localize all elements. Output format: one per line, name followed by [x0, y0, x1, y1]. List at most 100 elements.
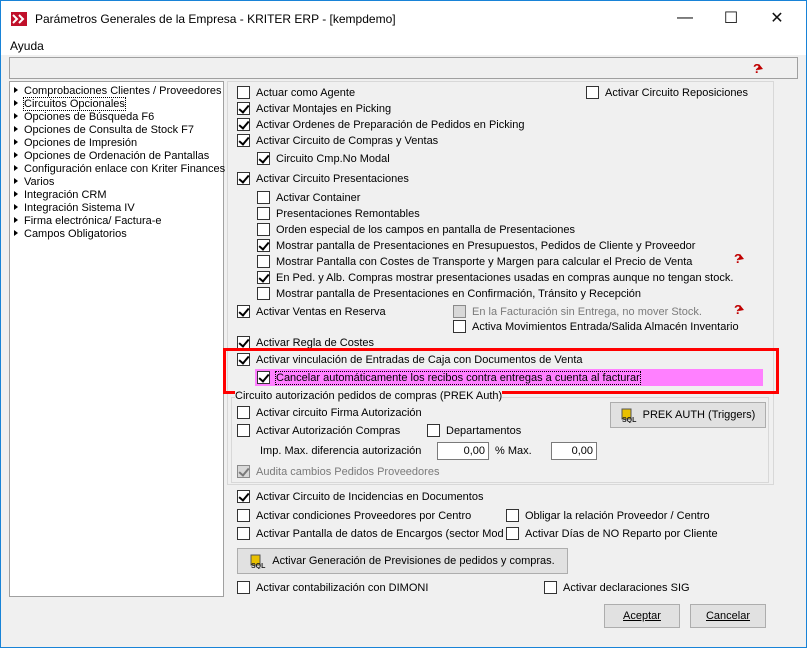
checkbox-autorizacion-compras[interactable]: Activar Autorización Compras	[237, 424, 400, 438]
chevron-right-icon	[14, 87, 18, 93]
checkbox-declaraciones-sig[interactable]: Activar declaraciones SIG	[544, 581, 690, 595]
checkbox-montajes-picking[interactable]: Activar Montajes en Picking	[237, 102, 391, 116]
checkbox-box[interactable]	[257, 152, 270, 165]
checkbox-box[interactable]	[237, 424, 250, 437]
chevron-right-icon	[14, 152, 18, 158]
pct-max-field[interactable]: 0,00	[551, 442, 597, 460]
checkbox-contabilizacion-dimoni[interactable]: Activar contabilización con DIMONI	[237, 581, 428, 595]
tree-item-ordenacion[interactable]: Opciones de Ordenación de Pantallas	[14, 150, 209, 163]
checkbox-audita-cambios: Audita cambios Pedidos Proveedores	[237, 465, 439, 479]
imp-max-label: Imp. Max. diferencia autorización	[260, 445, 422, 457]
checkbox-circuito-compras-ventas[interactable]: Activar Circuito de Compras y Ventas	[237, 134, 438, 148]
checkbox-condiciones-proveedores[interactable]: Activar condiciones Proveedores por Cent…	[237, 509, 471, 523]
checkbox-orden-especial[interactable]: Orden especial de los campos en pantalla…	[257, 223, 575, 237]
checkbox-pantalla-encargos[interactable]: Activar Pantalla de datos de Encargos (s…	[237, 527, 503, 541]
tree-item-crm[interactable]: Integración CRM	[14, 189, 107, 202]
checkbox-box[interactable]	[237, 406, 250, 419]
checkbox-box[interactable]	[237, 134, 250, 147]
cancelar-button[interactable]: Cancelar	[690, 604, 766, 628]
checkbox-circuito-cmp-no-modal[interactable]: Circuito Cmp.No Modal	[257, 152, 390, 166]
checkbox-box[interactable]	[427, 424, 440, 437]
checkbox-box[interactable]	[453, 320, 466, 333]
checkbox-box[interactable]	[257, 223, 270, 236]
checkbox-box[interactable]	[257, 287, 270, 300]
app-logo-icon	[11, 12, 27, 26]
checkbox-dias-no-reparto[interactable]: Activar Días de NO Reparto por Cliente	[506, 527, 718, 541]
checkbox-movimientos-almacen[interactable]: Activa Movimientos Entrada/Salida Almacé…	[453, 320, 739, 334]
checkbox-mostrar-presentaciones-presupuestos[interactable]: Mostrar pantalla de Presentaciones en Pr…	[257, 239, 695, 253]
chevron-right-icon	[14, 100, 18, 106]
chevron-right-icon	[14, 230, 18, 236]
generacion-previsiones-button[interactable]: SQL Activar Generación de Previsiones de…	[237, 548, 568, 574]
checkbox-ped-alb-compras[interactable]: En Ped. y Alb. Compras mostrar presentac…	[257, 271, 733, 285]
chevron-right-icon	[14, 178, 18, 184]
svg-text:SQL: SQL	[622, 417, 637, 423]
checkbox-box[interactable]	[257, 239, 270, 252]
checkbox-facturacion-sin-entrega: En la Facturación sin Entrega, no mover …	[453, 305, 702, 319]
chevron-right-icon	[14, 139, 18, 145]
menu-bar: Ayuda	[1, 37, 806, 55]
checkbox-circuito-reposiciones[interactable]: Activar Circuito Reposiciones	[586, 86, 748, 100]
chevron-right-icon	[14, 126, 18, 132]
checkbox-box[interactable]	[237, 527, 250, 540]
checkbox-box[interactable]	[257, 255, 270, 268]
checkbox-box[interactable]	[237, 305, 250, 318]
window-title: Parámetros Generales de la Empresa - KRI…	[35, 12, 396, 26]
help-icon[interactable]: ?	[751, 61, 765, 75]
chevron-right-icon	[14, 113, 18, 119]
tree-item-campos-obligatorios[interactable]: Campos Obligatorios	[14, 228, 127, 241]
checkbox-box[interactable]	[506, 527, 519, 540]
checkbox-presentaciones-remontables[interactable]: Presentaciones Remontables	[257, 207, 420, 221]
prek-auth-group-title: Circuito autorización pedidos de compras…	[235, 390, 503, 402]
maximize-button[interactable]: ☐	[708, 1, 754, 35]
tree-item-consulta-stock[interactable]: Opciones de Consulta de Stock F7	[14, 124, 194, 137]
prek-auth-button[interactable]: SQL PREK AUTH (Triggers)	[610, 402, 766, 428]
tree-item-impresion[interactable]: Opciones de Impresión	[14, 137, 137, 150]
sql-icon: SQL	[621, 407, 637, 424]
tree-item-opciones-busqueda[interactable]: Opciones de Búsqueda F6	[14, 111, 154, 124]
sql-icon: SQL	[250, 553, 266, 570]
minimize-button[interactable]: —	[662, 1, 708, 35]
checkbox-firma-autorizacion[interactable]: Activar circuito Firma Autorización	[237, 406, 422, 420]
checkbox-box[interactable]	[237, 86, 250, 99]
checkbox-mostrar-costes-transporte[interactable]: Mostrar Pantalla con Costes de Transport…	[257, 255, 692, 269]
title-bar: Parámetros Generales de la Empresa - KRI…	[1, 1, 806, 37]
menu-ayuda[interactable]: Ayuda	[10, 39, 44, 53]
checkbox-box[interactable]	[237, 509, 250, 522]
imp-max-field[interactable]: 0,00	[437, 442, 489, 460]
close-button[interactable]: ✕	[754, 1, 800, 35]
help-icon[interactable]: ?	[732, 302, 746, 316]
checkbox-activar-container[interactable]: Activar Container	[257, 191, 360, 205]
checkbox-departamentos[interactable]: Departamentos	[427, 424, 521, 438]
chevron-right-icon	[14, 165, 18, 171]
tree-item-sistema-iv[interactable]: Integración Sistema IV	[14, 202, 135, 215]
checkbox-circuito-presentaciones[interactable]: Activar Circuito Presentaciones	[237, 172, 409, 186]
checkbox-box[interactable]	[544, 581, 557, 594]
checkbox-box[interactable]	[237, 118, 250, 131]
chevron-right-icon	[14, 217, 18, 223]
checkbox-ventas-reserva[interactable]: Activar Ventas en Reserva	[237, 305, 386, 319]
checkbox-box[interactable]	[257, 207, 270, 220]
checkbox-box[interactable]	[237, 490, 250, 503]
options-tree: Comprobaciones Clientes / Proveedores Ci…	[9, 81, 225, 597]
help-icon[interactable]: ?	[732, 251, 746, 265]
aceptar-button[interactable]: Aceptar	[604, 604, 680, 628]
checkbox-box[interactable]	[586, 86, 599, 99]
checkbox-circuito-incidencias[interactable]: Activar Circuito de Incidencias en Docum…	[237, 490, 483, 504]
checkbox-box[interactable]	[257, 271, 270, 284]
tree-item-comprobaciones[interactable]: Comprobaciones Clientes / Proveedores	[14, 85, 222, 98]
checkbox-box[interactable]	[237, 102, 250, 115]
tree-item-kriter-finances[interactable]: Configuración enlace con Kriter Finances	[14, 163, 225, 176]
checkbox-box[interactable]	[237, 581, 250, 594]
checkbox-box[interactable]	[257, 191, 270, 204]
checkbox-actuar-agente[interactable]: Actuar como Agente	[237, 86, 355, 100]
tree-item-circuitos-opcionales[interactable]: Circuitos Opcionales	[14, 97, 126, 111]
tree-item-varios[interactable]: Varios	[14, 176, 54, 189]
pct-max-label: % Max.	[495, 445, 532, 457]
checkbox-ordenes-picking[interactable]: Activar Ordenes de Preparación de Pedido…	[237, 118, 524, 132]
tree-item-firma-electronica[interactable]: Firma electrónica/ Factura-e	[14, 215, 162, 228]
checkbox-box[interactable]	[506, 509, 519, 522]
checkbox-mostrar-confirmacion[interactable]: Mostrar pantalla de Presentaciones en Co…	[257, 287, 641, 301]
checkbox-obligar-relacion[interactable]: Obligar la relación Proveedor / Centro	[506, 509, 710, 523]
checkbox-box[interactable]	[237, 172, 250, 185]
